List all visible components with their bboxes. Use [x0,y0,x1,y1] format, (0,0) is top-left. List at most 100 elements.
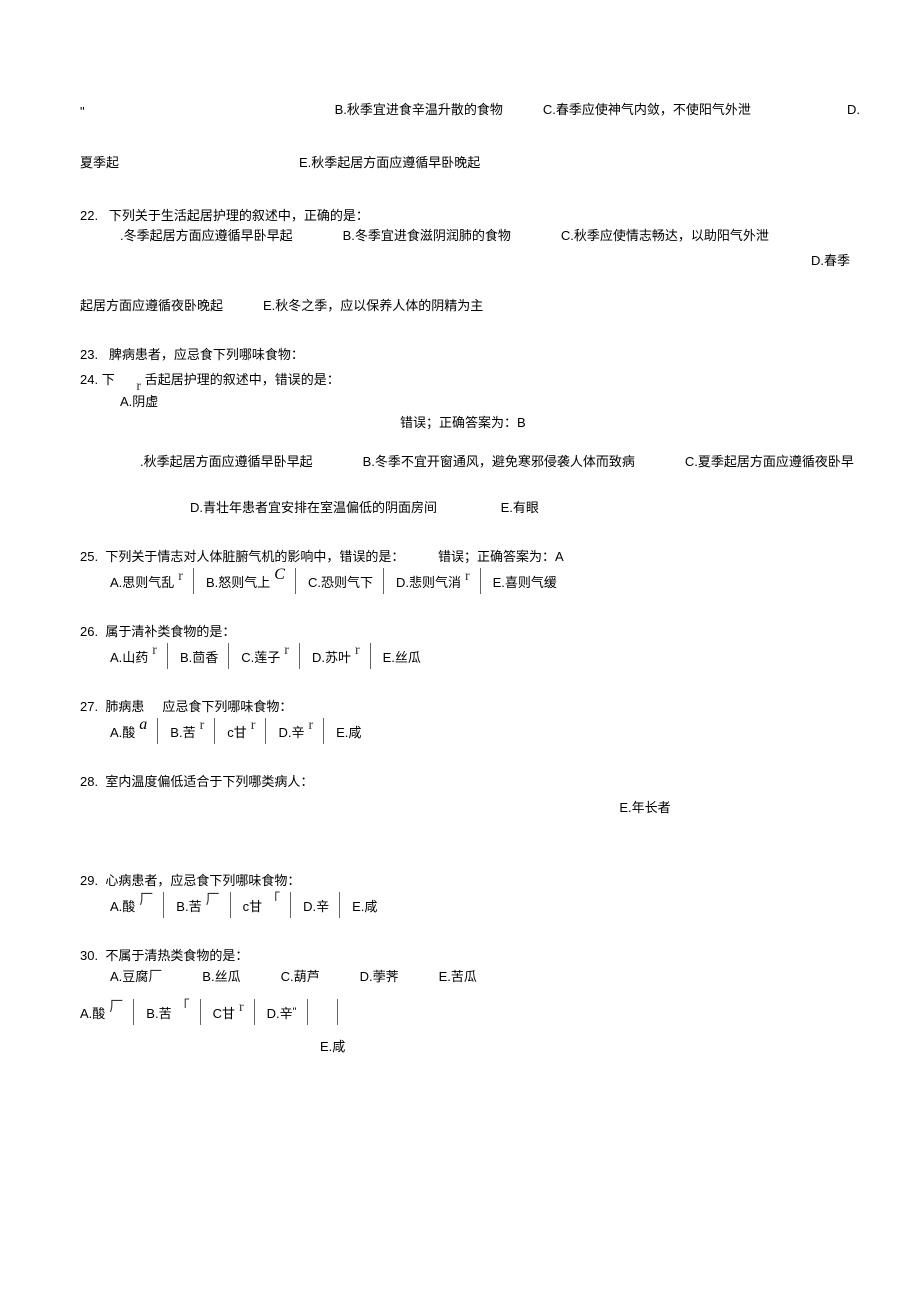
q29-opt-d[interactable]: D.辛 [303,892,340,918]
q30-options-bottom: A.酸厂 B.苦 「 C甘 r D.辛" [80,999,860,1025]
q24-opt-a2: .秋季起居方面应遵循早卧早起 [140,452,313,473]
q30-number: 30. [80,948,98,963]
q28-opt-e: E.年长者 [80,792,860,843]
q28-number: 28. [80,774,98,789]
q22-opt-b: B.冬季宜进食滋阴润肺的食物 [343,226,511,247]
q30-options-top: A.豆腐厂 B.丝瓜 C.葫芦 D.荸荠 E.苦瓜 [80,967,860,989]
q26-opt-d[interactable]: D.苏叶 r [312,643,371,669]
q25-opt-c[interactable]: C.恐则气下 [308,568,384,594]
top-fragment-line-2: 夏季起 E.秋季起居方面应遵循早卧晚起 [80,153,860,174]
radio-icon: 厂 [148,970,162,985]
q28-stem-line: 28. 室内温度偏低适合于下列哪类病人： [80,772,860,793]
q22-stem-line: 22. 下列关于生活起居护理的叙述中，正确的是： [80,206,860,227]
q29-opt-a[interactable]: A.酸厂 [110,892,164,918]
radio-icon: 「 [266,890,280,912]
q22-line2a: 起居方面应遵循夜卧晚起 [80,296,223,317]
q29-opt-b[interactable]: B.苦厂 [176,892,230,918]
radio-icon: r [152,640,157,662]
question-22: 22. 下列关于生活起居护理的叙述中，正确的是： .冬季起居方面应遵循早卧早起 … [80,206,860,317]
q24-prefix: 下 [102,372,115,387]
italic-c-icon: C [274,562,285,588]
q27-opt-e[interactable]: E.咸 [336,718,371,744]
q25-opt-e[interactable]: E.喜则气缓 [493,568,567,594]
q27-number: 27. [80,699,98,714]
q24-opt-a-yinxu: A.阴虚 [80,392,860,413]
q23-stem: 脾病患者，应忌食下列哪味食物： [109,347,304,362]
q30-opt-d[interactable]: D.荸荠 [360,967,399,989]
q30-opt-c[interactable]: C.葫芦 [281,967,320,989]
option-c-text: C.春季应使神气内敛，不使阳气外泄 [543,100,751,123]
q29-opt-c[interactable]: c甘 「 [243,892,292,918]
q30-opt-b2[interactable]: B.苦 「 [146,999,200,1025]
q22-opt-d: D.春季 [80,251,860,272]
q25-options: A.思则气乱 r B.怒则气上 C C.恐则气下 D.悲则气消 r E.喜则气缓 [80,568,860,594]
q24-opt-d: D.青壮年患者宜安排在室温偏低的阴面房间 [190,500,437,515]
q27-stem-line: 27. 肺病患 应忌食下列哪味食物： [80,697,860,718]
q30-opt-d2[interactable]: D.辛" [267,999,308,1025]
q26-opt-a[interactable]: A.山药 r [110,643,168,669]
q25-opt-d[interactable]: D.悲则气消 r [396,568,481,594]
question-26: 26. 属于清补类食物的是： A.山药 r B.茴香 C.莲子 r D.苏叶 r… [80,622,860,669]
question-28: 28. 室内温度偏低适合于下列哪类病人： E.年长者 [80,772,860,844]
q30-opt-ee: E.咸 [80,1037,860,1058]
q24-opt-b: B.冬季不宜开窗通风，避免寒邪侵袭人体而致病 [363,452,635,473]
radio-icon: r [308,715,313,737]
top-fragment-line: " B.秋季宜进食辛温升散的食物 C.春季应使神气内敛，不使阳气外泄 D. [80,100,860,123]
q25-stem: 下列关于情志对人体脏腑气机的影响中，错误的是： [105,549,404,564]
q22-options-row1: .冬季起居方面应遵循早卧早起 B.冬季宜进食滋阴润肺的食物 C.秋季应使情志畅达… [80,226,860,247]
q24-options-row2: D.青壮年患者宜安排在室温偏低的阴面房间 E.有眼 [80,498,860,519]
q27-opt-a[interactable]: A.酸 a [110,718,158,744]
q24-opt-c: C.夏季起居方面应遵循夜卧早 [685,452,854,473]
q23-number: 23. [80,347,98,362]
q25-opt-b[interactable]: B.怒则气上 C [206,568,296,594]
q24-error-note: 错误；正确答案为：B [80,413,860,434]
italic-a-icon: a [139,712,147,738]
q22-options-row2: 起居方面应遵循夜卧晚起 E.秋冬之季，应以保养人体的阴精为主 [80,296,860,317]
q27-opt-c[interactable]: c甘 r [227,718,266,744]
q30-opt-c2[interactable]: C甘 r [213,999,255,1025]
question-25: 25. 下列关于情志对人体脏腑气机的影响中，错误的是： 错误；正确答案为：A A… [80,547,860,594]
q25-stem-line: 25. 下列关于情志对人体脏腑气机的影响中，错误的是： 错误；正确答案为：A [80,547,860,568]
q29-stem: 心病患者，应忌食下列哪味食物： [105,873,300,888]
option-e-text: E.秋季起居方面应遵循早卧晚起 [299,153,480,174]
q26-number: 26. [80,624,98,639]
q26-opt-b[interactable]: B.茴香 [180,643,229,669]
radio-icon: r [136,379,141,394]
document-page: " B.秋季宜进食辛温升散的食物 C.春季应使神气内敛，不使阳气外泄 D. 夏季… [0,0,920,1126]
q30-opt-a[interactable]: A.豆腐厂 [110,967,162,989]
q24-number: 24. [80,372,98,387]
radio-icon: r [355,640,360,662]
q29-number: 29. [80,873,98,888]
option-d-text: D. [847,100,860,123]
q24-stem: 舌起居护理的叙述中，错误的是： [145,372,340,387]
radio-icon: 厂 [206,890,220,912]
q24-options-row1: .秋季起居方面应遵循早卧早起 B.冬季不宜开窗通风，避免寒邪侵袭人体而致病 C.… [80,452,860,473]
q27-opt-b[interactable]: B.苦 r [170,718,215,744]
question-29: 29. 心病患者，应忌食下列哪味食物： A.酸厂 B.苦厂 c甘 「 D.辛 E… [80,871,860,918]
radio-icon: r [239,997,244,1019]
q24-opt-e: E.有眼 [501,500,539,515]
q30-opt-empty [320,999,338,1025]
q22-number: 22. [80,208,98,223]
question-23: 23. 脾病患者，应忌食下列哪味食物： [80,345,860,366]
radio-icon: 厂 [109,997,123,1019]
radio-icon: r [200,715,205,737]
q27-opt-d[interactable]: D.辛 r [278,718,324,744]
radio-icon: 「 [176,997,190,1019]
xia-text: 夏季起 [80,153,119,174]
q30-opt-a2[interactable]: A.酸厂 [80,999,134,1025]
option-b-text: B.秋季宜进食辛温升散的食物 [335,100,503,123]
q22-opt-c: C.秋季应使情志畅达，以助阳气外泄 [561,226,769,247]
q25-opt-a[interactable]: A.思则气乱 r [110,568,194,594]
q24-stem-line: 24. 下 r 舌起居护理的叙述中，错误的是： [80,370,860,392]
q27-options: A.酸 a B.苦 r c甘 r D.辛 r E.咸 [80,718,860,744]
q29-opt-e[interactable]: E.咸 [352,892,387,918]
q26-opt-e[interactable]: E.丝瓜 [383,643,431,669]
q30-opt-e[interactable]: E.苦瓜 [439,967,477,989]
quote-icon: " [293,1004,297,1022]
q26-stem-line: 26. 属于清补类食物的是： [80,622,860,643]
q30-opt-b[interactable]: B.丝瓜 [202,967,240,989]
q26-opt-c[interactable]: C.莲子 r [241,643,300,669]
radio-icon: 厂 [139,890,153,912]
q22-opt-a: .冬季起居方面应遵循早卧早起 [120,226,293,247]
